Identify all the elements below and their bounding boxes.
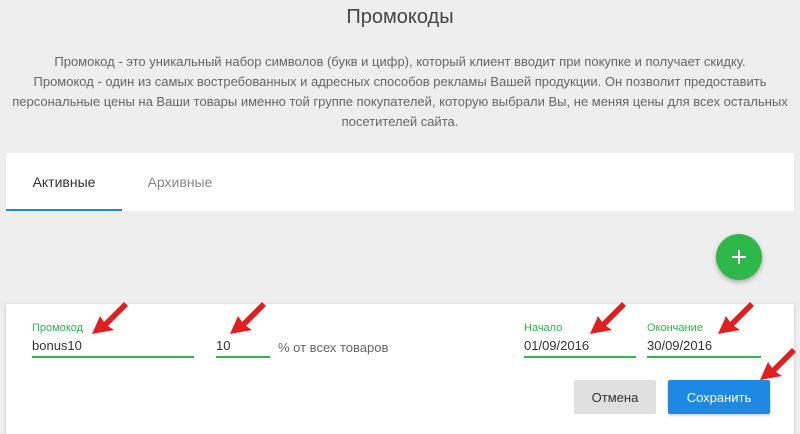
start-date-label: Начало <box>524 322 563 334</box>
annotation-arrow-icon <box>230 302 266 334</box>
annotation-arrow-icon <box>760 348 796 380</box>
discount-input[interactable] <box>216 336 270 358</box>
annotation-arrow-icon <box>92 302 128 334</box>
annotation-arrow-icon <box>718 302 754 334</box>
description-line: Промокод - один из самых востребованных … <box>33 74 767 89</box>
description-line: Промокод - это уникальный набор символов… <box>54 54 746 69</box>
add-promo-button[interactable] <box>716 234 762 280</box>
description-line: посетителей сайта. <box>341 114 459 129</box>
tab-archive[interactable]: Архивные <box>122 153 238 211</box>
page-description: Промокод - это уникальный набор символов… <box>0 52 800 132</box>
end-date-input[interactable] <box>647 336 761 358</box>
discount-suffix: % от всех товаров <box>278 340 389 355</box>
promo-code-input[interactable] <box>32 336 194 358</box>
save-button[interactable]: Сохранить <box>668 380 770 414</box>
page-title: Промокоды <box>346 6 454 28</box>
cancel-button[interactable]: Отмена <box>574 380 656 414</box>
start-date-input[interactable] <box>524 336 636 358</box>
description-line: персональные цены на Ваши товары именно … <box>12 94 788 109</box>
annotation-arrow-icon <box>590 302 626 334</box>
end-date-label: Окончание <box>647 322 703 334</box>
tabs-bar: Активные Архивные <box>6 153 794 211</box>
tab-active[interactable]: Активные <box>6 153 122 211</box>
promo-code-label: Промокод <box>32 322 84 334</box>
